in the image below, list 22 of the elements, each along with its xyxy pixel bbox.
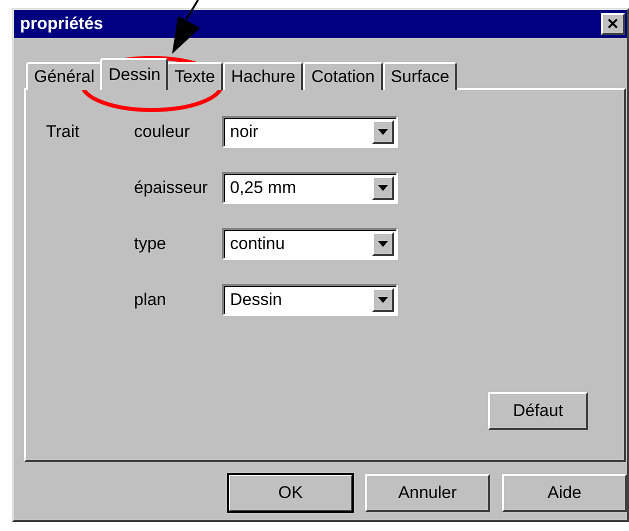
tab[interactable]: Texte (166, 62, 224, 90)
close-button[interactable]: ✕ (601, 13, 625, 35)
dropdown-field[interactable]: 0,25 mm (222, 172, 398, 204)
tab[interactable]: Général (26, 62, 102, 90)
default-button[interactable]: Défaut (488, 392, 588, 430)
field-label: plan (134, 290, 168, 310)
tab[interactable]: Cotation (303, 62, 383, 90)
field-label: type (134, 234, 168, 254)
dialog-button[interactable]: OK (228, 474, 353, 512)
tab[interactable]: Dessin (100, 58, 168, 90)
field-label: épaisseur (134, 178, 209, 198)
window-title: propriétés (20, 14, 104, 34)
dropdown-field[interactable]: Dessin (222, 284, 398, 316)
dialog-button[interactable]: Annuler (365, 474, 490, 512)
group-label: Trait (46, 122, 80, 142)
dropdown-field[interactable]: continu (222, 228, 398, 260)
annotation-arrow (172, 0, 200, 54)
tab[interactable]: Surface (382, 62, 458, 90)
dropdown-field[interactable]: noir (222, 116, 398, 148)
field-label: couleur (134, 122, 191, 142)
tab[interactable]: Hachure (223, 62, 304, 90)
dialog-button[interactable]: Aide (502, 474, 627, 512)
